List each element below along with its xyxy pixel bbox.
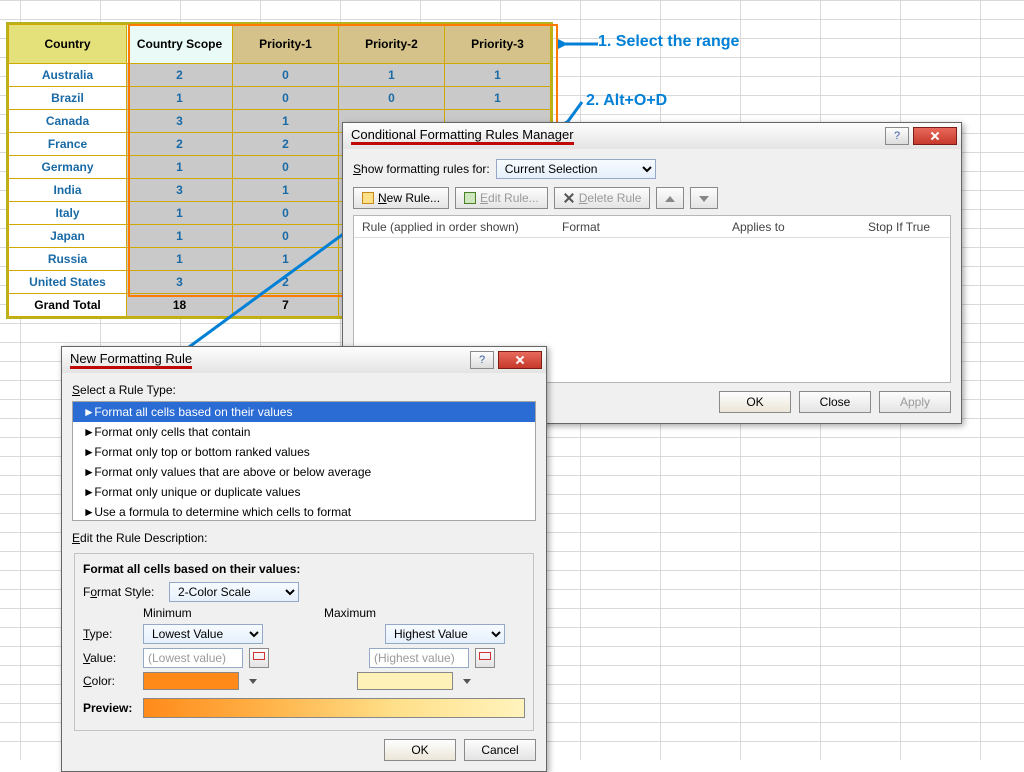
min-color-picker[interactable] xyxy=(143,672,239,690)
cancel-button[interactable]: Cancel xyxy=(464,739,536,761)
format-style-select[interactable]: 2-Color Scale xyxy=(169,582,299,602)
min-value-input xyxy=(143,648,243,668)
show-rules-label: Show formatting rules for: xyxy=(353,162,490,176)
dialog-title: Conditional Formatting Rules Manager xyxy=(351,127,885,145)
range-picker-button[interactable] xyxy=(475,648,495,668)
col-header-scope[interactable]: Country Scope xyxy=(127,25,233,64)
edit-rule-button[interactable]: Edit Rule... xyxy=(455,187,548,209)
rule-type-item[interactable]: ► Format only top or bottom ranked value… xyxy=(73,442,535,462)
rule-type-item[interactable]: ► Use a formula to determine which cells… xyxy=(73,502,535,521)
min-type-select[interactable]: Lowest Value xyxy=(143,624,263,644)
value-label: Value: xyxy=(83,651,137,665)
max-color-picker[interactable] xyxy=(357,672,453,690)
table-row: Brazil1001 xyxy=(9,87,551,110)
chevron-down-icon xyxy=(249,679,257,684)
rule-type-list[interactable]: ► Format all cells based on their values… xyxy=(72,401,536,521)
col-header-p3[interactable]: Priority-3 xyxy=(445,25,551,64)
rule-description-group: Format all cells based on their values: … xyxy=(74,553,534,731)
close-button[interactable] xyxy=(913,127,957,145)
description-heading: Format all cells based on their values: xyxy=(83,562,525,576)
apply-button[interactable]: Apply xyxy=(879,391,951,413)
color-label: Color: xyxy=(83,674,137,688)
rule-type-item[interactable]: ► Format only values that are above or b… xyxy=(73,462,535,482)
col-rule: Rule (applied in order shown) xyxy=(354,220,554,234)
annotation-step1: 1. Select the range xyxy=(598,33,739,51)
col-header-country[interactable]: Country xyxy=(9,25,127,64)
show-rules-select[interactable]: Current Selection xyxy=(496,159,656,179)
range-picker-button[interactable] xyxy=(249,648,269,668)
col-header-p1[interactable]: Priority-1 xyxy=(233,25,339,64)
move-down-button[interactable] xyxy=(690,187,718,209)
new-rule-icon xyxy=(362,192,374,204)
delete-rule-icon xyxy=(563,192,575,204)
ok-button[interactable]: OK xyxy=(384,739,456,761)
rule-type-item[interactable]: ► Format only unique or duplicate values xyxy=(73,482,535,502)
annotation-step2: 2. Alt+O+D xyxy=(586,92,667,110)
max-type-select[interactable]: Highest Value xyxy=(385,624,505,644)
rule-type-item[interactable]: ► Format all cells based on their values xyxy=(73,402,535,422)
move-up-button[interactable] xyxy=(656,187,684,209)
col-format: Format xyxy=(554,220,724,234)
edit-description-label: Edit the Rule Description: xyxy=(72,531,207,545)
help-button[interactable]: ? xyxy=(885,127,909,145)
delete-rule-button[interactable]: Delete Rule xyxy=(554,187,651,209)
chevron-up-icon xyxy=(665,196,675,202)
preview-gradient xyxy=(143,698,525,718)
col-stop: Stop If True xyxy=(860,220,950,234)
max-value-input xyxy=(369,648,469,668)
preview-label: Preview: xyxy=(83,701,137,715)
close-button[interactable]: Close xyxy=(799,391,871,413)
edit-rule-icon xyxy=(464,192,476,204)
format-style-label: Format Style: xyxy=(83,585,163,599)
minimum-label: Minimum xyxy=(83,606,284,620)
chevron-down-icon xyxy=(463,679,471,684)
type-label: Type: xyxy=(83,627,137,641)
col-applies: Applies to xyxy=(724,220,860,234)
maximum-label: Maximum xyxy=(324,606,525,620)
ok-button[interactable]: OK xyxy=(719,391,791,413)
select-rule-type-label: Select a Rule Type: xyxy=(72,383,176,397)
dialog-title: New Formatting Rule xyxy=(70,351,470,369)
new-rule-button[interactable]: New Rule... xyxy=(353,187,449,209)
rule-type-item[interactable]: ► Format only cells that contain xyxy=(73,422,535,442)
dialog-new-rule[interactable]: New Formatting Rule ? Select a Rule Type… xyxy=(61,346,547,772)
close-button[interactable] xyxy=(498,351,542,369)
col-header-p2[interactable]: Priority-2 xyxy=(339,25,445,64)
table-row: Australia2011 xyxy=(9,64,551,87)
help-button[interactable]: ? xyxy=(470,351,494,369)
chevron-down-icon xyxy=(699,196,709,202)
